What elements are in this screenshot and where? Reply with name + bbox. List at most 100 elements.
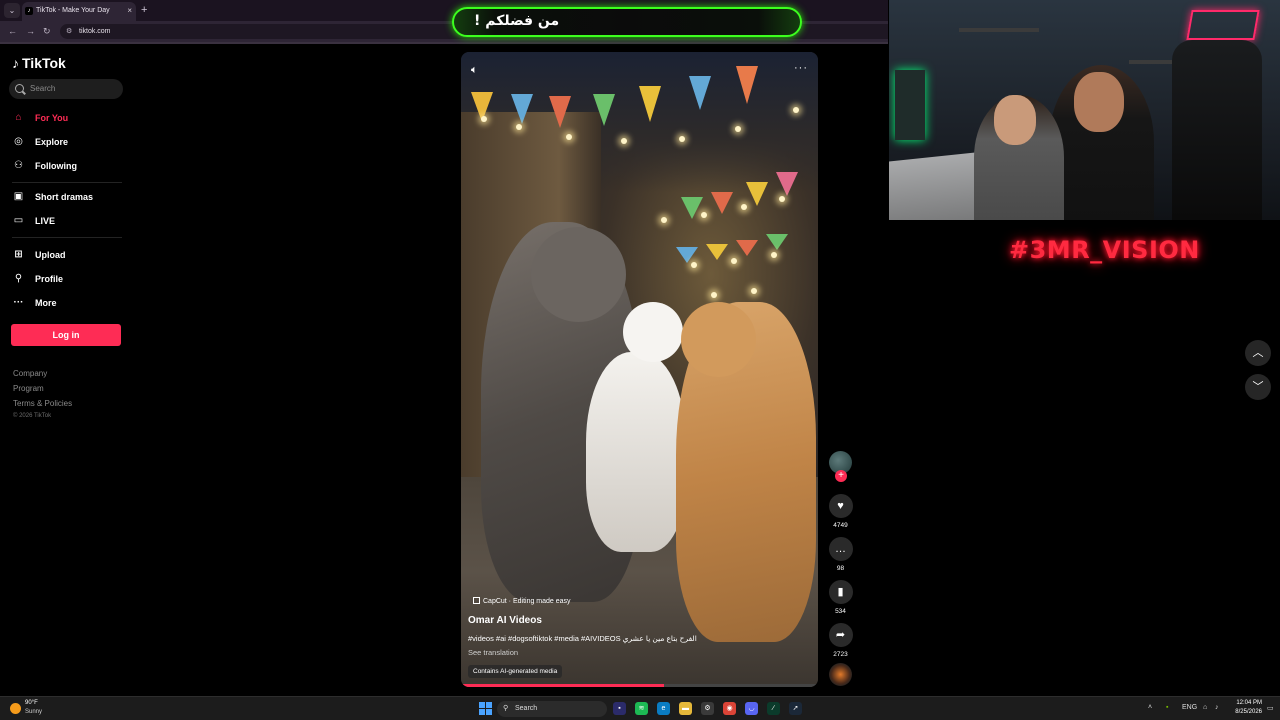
steam-icon[interactable]: ➚ — [789, 702, 802, 715]
bunting-flag — [766, 234, 788, 250]
file-explorer-icon[interactable]: ▬ — [679, 702, 692, 715]
scroll-down-button[interactable]: ﹀ — [1245, 374, 1271, 400]
compass-icon: ◎ — [14, 136, 23, 147]
share-count: 2723 — [833, 651, 848, 658]
network-icon[interactable]: ⌂ — [1203, 704, 1207, 711]
clock-time[interactable]: 12:04 PM — [1232, 700, 1262, 706]
like-action[interactable]: ♥ 4749 — [828, 494, 853, 529]
string-light — [516, 124, 522, 130]
nvidia-icon[interactable]: ∕ — [767, 702, 780, 715]
tiktok-note-icon: ♪ — [12, 55, 19, 71]
string-light — [701, 212, 707, 218]
more-options-icon[interactable]: ··· — [794, 62, 808, 74]
volume-icon[interactable]: ♪ — [1215, 704, 1219, 711]
tab-search-button[interactable]: ⌄ — [4, 3, 20, 18]
nav-short-dramas[interactable]: ▣ Short dramas — [12, 189, 132, 205]
nav-explore[interactable]: ◎ Explore — [12, 134, 132, 150]
comment-action[interactable]: … 98 — [828, 537, 853, 572]
gray-cat-head — [531, 227, 626, 322]
spotify-icon[interactable]: ≋ — [635, 702, 648, 715]
bunting-flag — [706, 244, 728, 260]
follow-plus-icon[interactable]: + — [835, 470, 847, 482]
bunting-flag — [549, 96, 571, 128]
video-author[interactable]: Omar AI Videos — [468, 615, 542, 626]
chrome-icon[interactable]: ◉ — [723, 702, 736, 715]
footer-program-link[interactable]: Program — [13, 384, 44, 393]
string-light — [779, 196, 785, 202]
edge-icon[interactable]: e — [657, 702, 670, 715]
comment-icon[interactable]: … — [828, 537, 853, 561]
nav-label: LIVE — [35, 216, 56, 226]
share-action[interactable]: ➦ 2723 — [828, 623, 853, 658]
white-cat — [586, 352, 686, 552]
video-progress-bar[interactable] — [461, 684, 818, 687]
video-player[interactable]: 🔈︎ ··· CapCut · Editing made easy Omar A… — [461, 52, 818, 687]
capcut-tag[interactable]: CapCut · Editing made easy — [473, 597, 571, 605]
bookmark-icon[interactable]: ▮ — [828, 580, 853, 604]
like-count: 4749 — [833, 522, 848, 529]
tray-chevron-icon[interactable]: ˄ — [1148, 704, 1152, 711]
taskbar-search[interactable]: ⚲ Search — [497, 701, 607, 717]
copyright-text: © 2026 TikTok — [13, 413, 52, 419]
tab-close-icon[interactable]: × — [127, 2, 132, 19]
tab-title: TikTok - Make Your Day — [36, 7, 110, 14]
nav-upload[interactable]: ⊞ Upload — [12, 247, 132, 263]
language-indicator[interactable]: ENG — [1182, 704, 1197, 711]
string-light — [679, 136, 685, 142]
neon-logo-sign — [1186, 10, 1260, 40]
login-button[interactable]: Log in — [11, 324, 121, 346]
search-icon: ⚲ — [503, 705, 509, 712]
nav-more[interactable]: ··· More — [12, 295, 132, 311]
nav-for-you[interactable]: ⌂ For You — [12, 110, 132, 126]
nav-label: Explore — [35, 137, 69, 147]
discord-icon[interactable]: ◡ — [745, 702, 758, 715]
nav-profile[interactable]: ⚲ Profile — [12, 271, 132, 287]
nav-label: Following — [35, 161, 77, 171]
nav-live[interactable]: ▭ LIVE — [12, 213, 132, 229]
new-tab-button[interactable]: + — [141, 3, 147, 17]
save-action[interactable]: ▮ 534 — [828, 580, 853, 615]
back-icon[interactable]: ← — [8, 25, 17, 37]
site-info-icon[interactable]: ⚙ — [66, 24, 72, 39]
sun-icon[interactable] — [10, 703, 21, 714]
search-input[interactable]: Search — [9, 79, 123, 99]
save-count: 534 — [835, 608, 846, 615]
bunting-flag — [511, 94, 533, 124]
clock-date[interactable]: 8/25/2026 — [1226, 709, 1262, 715]
weather-temp: 90°F — [25, 700, 38, 706]
search-placeholder: Search — [30, 84, 56, 93]
share-icon[interactable]: ➦ — [828, 623, 853, 647]
string-light — [751, 288, 757, 294]
bunting-flag — [746, 182, 768, 206]
footer-terms-link[interactable]: Terms & Policies — [13, 399, 72, 408]
forward-icon[interactable]: → — [26, 25, 35, 37]
volume-icon[interactable]: 🔈︎ — [471, 64, 478, 77]
bunting-flag — [593, 94, 615, 126]
windows-start-icon[interactable] — [479, 702, 492, 715]
capcut-text: CapCut · Editing made easy — [483, 598, 571, 605]
string-light — [566, 134, 572, 140]
app-icon[interactable]: ▪ — [613, 702, 626, 715]
string-light — [661, 217, 667, 223]
scroll-up-button[interactable]: ︿ — [1245, 340, 1271, 366]
webcam-feed — [889, 0, 1280, 220]
bunting-flag — [681, 197, 703, 219]
bunting-flag — [689, 76, 711, 110]
home-icon: ⌂ — [15, 112, 22, 123]
heart-icon[interactable]: ♥ — [828, 494, 853, 518]
nvidia-tray-icon[interactable]: ▪ — [1166, 704, 1168, 711]
nav-following[interactable]: ⚇ Following — [12, 158, 132, 174]
nav-label: Profile — [35, 274, 64, 284]
notification-icon[interactable]: ▭ — [1267, 704, 1274, 712]
nav-label: Upload — [35, 250, 66, 260]
banner-text: من فضلكم ! — [474, 13, 560, 29]
footer-company-link[interactable]: Company — [13, 369, 47, 378]
reload-icon[interactable]: ↻ — [43, 25, 51, 37]
chevron-down-icon: ﹀ — [1252, 381, 1264, 393]
see-translation-link[interactable]: See translation — [468, 648, 518, 657]
browser-tab[interactable]: ♪ TikTok - Make Your Day × — [22, 2, 136, 21]
tiktok-logo[interactable]: ♪ TikTok — [12, 55, 66, 71]
nav-label: Short dramas — [35, 192, 94, 202]
settings-icon[interactable]: ⚙ — [701, 702, 714, 715]
music-disc-icon[interactable] — [829, 663, 852, 686]
